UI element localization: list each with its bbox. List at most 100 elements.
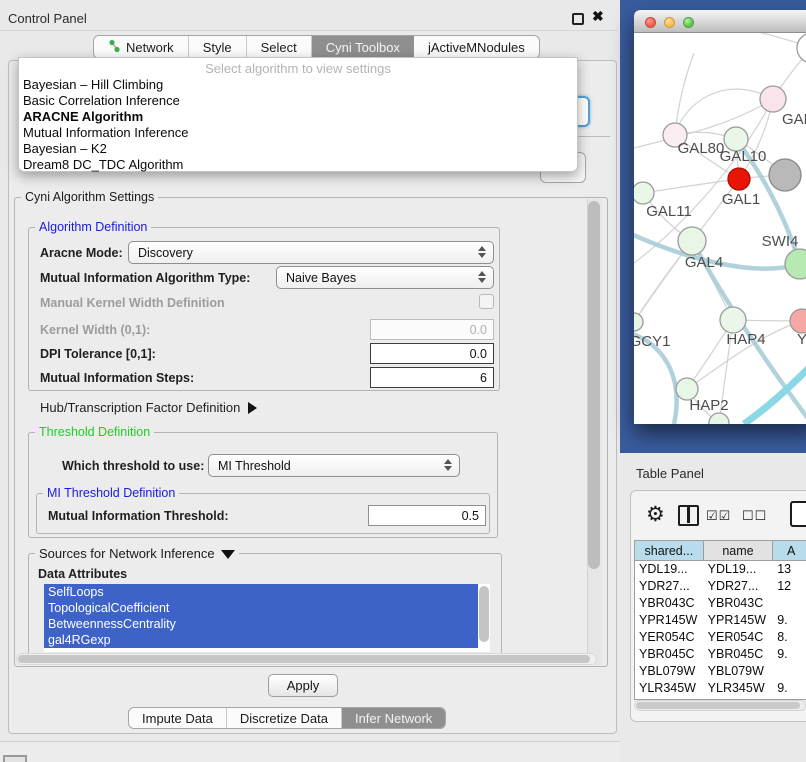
- list-item-selected[interactable]: SelfLoops: [44, 584, 478, 600]
- cell: YBL079W: [704, 663, 774, 680]
- hub-definition-expander[interactable]: Hub/Transcription Factor Definition: [40, 400, 257, 415]
- column-header-shared-name[interactable]: shared...: [635, 541, 704, 561]
- window-minimize-icon[interactable]: [664, 17, 675, 28]
- popup-item-aracne[interactable]: ARACNE Algorithm: [23, 109, 143, 124]
- list-item-selected[interactable]: BetweennessCentrality: [44, 616, 478, 632]
- node-gal11[interactable]: [634, 182, 654, 204]
- mi-steps-input[interactable]: [370, 367, 494, 388]
- tab-impute-data[interactable]: Impute Data: [129, 708, 227, 728]
- column-header-name[interactable]: name: [704, 541, 774, 561]
- node-gal-partial[interactable]: [760, 86, 786, 112]
- node-label: GAL1: [722, 191, 760, 208]
- node-gcy1[interactable]: [634, 313, 643, 331]
- cell: 12: [773, 578, 806, 595]
- cell: 9.: [773, 612, 806, 629]
- table-row[interactable]: YPR145WYPR145W9.: [635, 612, 806, 629]
- table-settings-gear-icon[interactable]: ⚙: [646, 504, 665, 526]
- mi-threshold-input[interactable]: [368, 505, 486, 526]
- tab-jactivemnodules[interactable]: jActiveMNodules: [414, 36, 539, 58]
- tab-discretize-data[interactable]: Discretize Data: [227, 708, 342, 728]
- node-gal1-selected[interactable]: [728, 168, 750, 190]
- table-row[interactable]: YDL19...YDL19...13: [635, 561, 806, 578]
- select-all-columns-icon[interactable]: ☑☑: [706, 508, 731, 524]
- node-gray[interactable]: [769, 159, 801, 191]
- tab-network[interactable]: Network: [94, 36, 189, 58]
- popup-item-bayesian-hill-climbing[interactable]: Bayesian – Hill Climbing: [23, 77, 163, 92]
- table-row[interactable]: YER054CYER054C8.: [635, 629, 806, 646]
- cell: YBR043C: [635, 595, 704, 612]
- popup-item-mutual-information[interactable]: Mutual Information Inference: [23, 125, 188, 140]
- node-gal4[interactable]: [678, 227, 706, 255]
- apply-button[interactable]: Apply: [268, 674, 338, 697]
- node-hap4[interactable]: [720, 307, 746, 333]
- cell: YDR27...: [704, 578, 774, 595]
- cell: 8.: [773, 629, 806, 646]
- node-partial[interactable]: [797, 33, 806, 63]
- network-icon: [108, 39, 121, 56]
- window-titlebar[interactable]: [634, 10, 806, 33]
- node-label: GAL: [782, 111, 806, 128]
- expander-collapsed-icon: [248, 402, 257, 414]
- node-partial-bottom[interactable]: [709, 413, 729, 424]
- table-row[interactable]: YBR043CYBR043C: [635, 595, 806, 612]
- unselect-all-columns-icon[interactable]: ☐☐: [742, 508, 767, 524]
- which-threshold-combo[interactable]: MI Threshold: [208, 454, 460, 477]
- mi-steps-label: Mutual Information Steps:: [40, 371, 194, 385]
- list-item-selected[interactable]: gal4RGexp: [44, 632, 478, 648]
- minimized-panel-icon[interactable]: [3, 755, 27, 762]
- table-row[interactable]: YBR045CYBR045C9.: [635, 646, 806, 663]
- node-label: GCY1: [634, 333, 670, 350]
- export-table-icon[interactable]: [790, 501, 806, 527]
- list-scrollbar[interactable]: [479, 586, 489, 642]
- network-view-window[interactable]: GAL GAL80 GAL10 GAL1 GAL11 GAL4 SWI4 GCY…: [634, 10, 806, 424]
- window-zoom-icon[interactable]: [683, 17, 694, 28]
- mi-algorithm-type-combo[interactable]: Naive Bayes: [276, 266, 494, 289]
- manual-kernel-width-checkbox[interactable]: [479, 294, 494, 309]
- list-item-selected[interactable]: TopologicalCoefficient: [44, 600, 478, 616]
- node-swi4[interactable]: [785, 249, 806, 279]
- cell: YBR043C: [704, 595, 774, 612]
- sources-expander[interactable]: Sources for Network Inference: [35, 546, 239, 561]
- tab-select[interactable]: Select: [247, 36, 312, 58]
- network-canvas[interactable]: GAL GAL80 GAL10 GAL1 GAL11 GAL4 SWI4 GCY…: [634, 33, 806, 424]
- data-attributes-list[interactable]: SelfLoops TopologicalCoefficient Between…: [44, 584, 490, 652]
- table-panel-title: Table Panel: [636, 466, 704, 481]
- cell: YER054C: [704, 629, 774, 646]
- tab-cyni-toolbox[interactable]: Cyni Toolbox: [312, 36, 414, 58]
- combo-arrows-icon: [478, 271, 486, 283]
- tab-infer-network[interactable]: Infer Network: [342, 708, 445, 728]
- node-label: HAP2: [689, 397, 728, 414]
- algorithm-dropdown-popup: Select algorithm to view settings Bayesi…: [18, 57, 578, 172]
- data-attributes-label: Data Attributes: [38, 567, 127, 581]
- mi-algorithm-type-value: Naive Bayes: [286, 271, 356, 285]
- window-close-icon[interactable]: [645, 17, 656, 28]
- popup-item-basic-correlation[interactable]: Basic Correlation Inference: [23, 93, 180, 108]
- settings-vscrollbar-thumb[interactable]: [588, 201, 600, 569]
- close-panel-icon[interactable]: ✖: [592, 8, 604, 25]
- table-row[interactable]: YBL079WYBL079W: [635, 663, 806, 680]
- table-row[interactable]: YDR27...YDR27...12: [635, 578, 806, 595]
- cyni-algorithm-settings-title: Cyni Algorithm Settings: [21, 190, 158, 204]
- node-y-partial[interactable]: [790, 309, 806, 333]
- cell: YER054C: [635, 629, 704, 646]
- table-hscrollbar-thumb[interactable]: [636, 702, 800, 709]
- popup-hint: Select algorithm to view settings: [19, 61, 577, 76]
- aracne-mode-combo[interactable]: Discovery: [128, 241, 494, 264]
- tab-style[interactable]: Style: [189, 36, 247, 58]
- column-header-partial[interactable]: A: [773, 541, 806, 561]
- settings-hscrollbar-thumb[interactable]: [18, 655, 590, 663]
- show-columns-icon[interactable]: [678, 505, 699, 526]
- kernel-width-input[interactable]: [370, 319, 494, 340]
- dpi-tolerance-input[interactable]: [370, 343, 494, 364]
- table-row[interactable]: YLR345WYLR345W9.: [635, 680, 806, 697]
- float-panel-icon[interactable]: [572, 13, 584, 25]
- popup-item-dream8[interactable]: Dream8 DC_TDC Algorithm: [23, 157, 183, 172]
- tab-infer-network-label: Infer Network: [355, 711, 432, 726]
- cell: [773, 595, 806, 612]
- cell: YDL19...: [635, 561, 704, 578]
- popup-item-bayesian-k2[interactable]: Bayesian – K2: [23, 141, 107, 156]
- cell: YDL19...: [704, 561, 774, 578]
- cell: YBR045C: [704, 646, 774, 663]
- cell: 9.: [773, 646, 806, 663]
- table-header-row: shared... name A: [635, 541, 806, 561]
